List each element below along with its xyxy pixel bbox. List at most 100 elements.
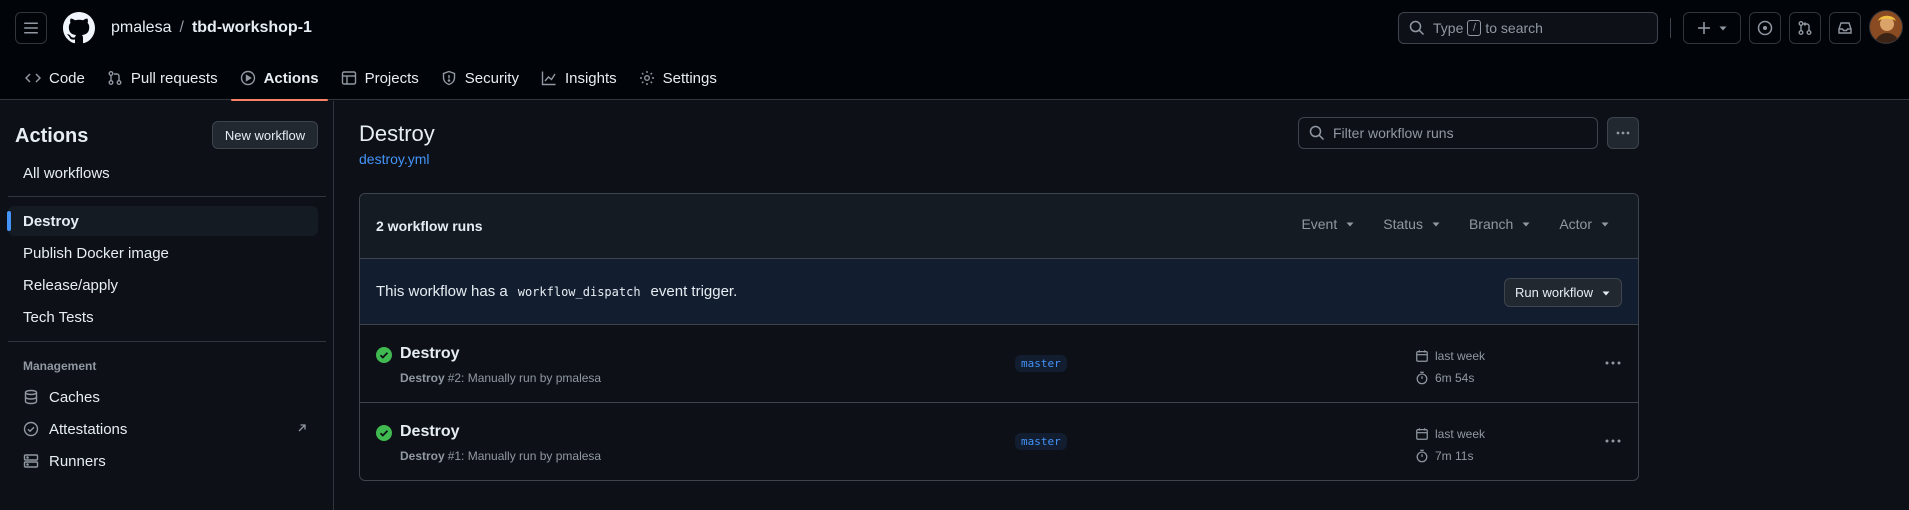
graph-icon — [541, 71, 556, 86]
repo-owner-link[interactable]: pmalesa — [111, 18, 171, 38]
calendar-icon — [1416, 428, 1428, 440]
user-avatar[interactable] — [1869, 10, 1903, 44]
repo-name-link[interactable]: tbd-workshop-1 — [192, 18, 312, 38]
sidebar-item-label: Attestations — [49, 420, 128, 438]
filter-label: Branch — [1468, 216, 1514, 232]
check-circle-fill-icon — [376, 347, 392, 363]
issues-button[interactable] — [1749, 12, 1781, 44]
filter-placeholder: Filter workflow runs — [1333, 125, 1454, 141]
dispatch-code: workflow_dispatch — [517, 284, 641, 299]
sidebar-item-label: All workflows — [23, 164, 110, 182]
branch-badge[interactable]: master — [1015, 355, 1067, 372]
workflow-run-row[interactable]: Destroy Destroy #2: Manually run by pmal… — [360, 325, 1638, 403]
tab-insights[interactable]: Insights — [532, 56, 626, 100]
tab-projects[interactable]: Projects — [332, 56, 428, 100]
verified-icon — [23, 421, 39, 437]
filter-workflow-runs-input[interactable]: Filter workflow runs — [1298, 117, 1598, 149]
sidebar-item-runners[interactable]: Runners — [8, 446, 318, 476]
actor-filter-dropdown[interactable]: Actor — [1559, 216, 1610, 232]
filter-label: Actor — [1559, 216, 1592, 232]
sidebar-item-label: Destroy — [23, 212, 79, 230]
sidebar-item-label: Runners — [49, 452, 106, 470]
run-workflow-label: Run workflow — [1514, 285, 1594, 300]
kebab-horizontal-icon[interactable] — [1604, 433, 1622, 449]
caret-down-icon — [1522, 222, 1530, 227]
tab-pull-requests-label: Pull requests — [130, 69, 218, 87]
gear-icon — [639, 71, 654, 85]
filter-label: Status — [1383, 216, 1423, 232]
sidebar-item-label: Caches — [49, 388, 100, 406]
dispatch-prefix: This workflow has a — [376, 283, 508, 300]
workflow-menu-button[interactable] — [1607, 117, 1639, 149]
sidebar-item-tech-tests[interactable]: Tech Tests — [8, 302, 318, 332]
plus-icon — [1698, 22, 1710, 34]
tab-actions-label: Actions — [263, 69, 319, 87]
stopwatch-icon — [1416, 371, 1428, 385]
breadcrumb-separator: / — [179, 19, 184, 36]
workflow-run-row[interactable]: Destroy Destroy #1: Manually run by pmal… — [360, 403, 1638, 480]
run-subtitle: Destroy #2: Manually run by pmalesa — [400, 371, 601, 385]
github-logo-icon[interactable] — [63, 12, 95, 44]
code-icon — [25, 73, 41, 83]
sidebar-divider — [8, 341, 326, 342]
global-navbar: pmalesa / tbd-workshop-1 Type / to searc… — [0, 0, 1909, 56]
pull-requests-button[interactable] — [1789, 12, 1821, 44]
tab-code[interactable]: Code — [16, 56, 94, 100]
dispatch-suffix: event trigger. — [650, 283, 738, 300]
play-icon — [240, 70, 255, 86]
sidebar-item-publish-docker-image[interactable]: Publish Docker image — [8, 238, 318, 268]
filter-label: Event — [1301, 216, 1338, 232]
sidebar-item-release-apply[interactable]: Release/apply — [8, 270, 318, 300]
run-workflow-name: Destroy — [400, 449, 445, 463]
menu-button[interactable] — [15, 12, 47, 44]
tab-pull-requests[interactable]: Pull requests — [98, 56, 227, 100]
search-icon — [1309, 125, 1325, 141]
tab-projects-label: Projects — [364, 69, 419, 87]
create-new-button[interactable] — [1683, 12, 1741, 44]
branch-badge[interactable]: master — [1015, 433, 1067, 450]
run-title-link[interactable]: Destroy — [400, 423, 460, 441]
run-date: last week — [1435, 427, 1486, 441]
dispatch-message: This workflow has a workflow_dispatch ev… — [376, 283, 737, 300]
caret-down-icon — [1719, 26, 1727, 31]
runs-filters: Event Status Branch Actor — [1301, 216, 1610, 232]
tab-code-label: Code — [49, 69, 85, 87]
run-workflow-button[interactable]: Run workflow — [1504, 278, 1622, 307]
sidebar-item-all-workflows[interactable]: All workflows — [8, 158, 318, 188]
run-meta: last week 6m 54s — [1415, 345, 1485, 389]
sidebar-item-destroy[interactable]: Destroy — [7, 206, 318, 236]
branch-filter-dropdown[interactable]: Branch — [1469, 216, 1531, 232]
run-duration: 6m 54s — [1435, 371, 1475, 385]
sidebar-item-attestations[interactable]: Attestations — [8, 414, 318, 444]
kebab-horizontal-icon — [1616, 131, 1630, 135]
run-title-link[interactable]: Destroy — [400, 345, 460, 363]
tab-actions[interactable]: Actions — [230, 56, 328, 101]
server-icon — [23, 454, 39, 468]
workflow-file-link[interactable]: destroy.yml — [359, 151, 430, 167]
search-shortcut-key: / — [1467, 20, 1482, 36]
tab-settings[interactable]: Settings — [630, 56, 726, 100]
repo-tabs: Code Pull requests Actions Projects Secu… — [16, 56, 730, 101]
run-subtitle: Destroy #1: Manually run by pmalesa — [400, 449, 601, 463]
run-detail: #2: Manually run by pmalesa — [447, 371, 602, 385]
search-prefix-text: Type — [1433, 20, 1464, 36]
tab-security[interactable]: Security — [432, 56, 528, 100]
sidebar-item-caches[interactable]: Caches — [8, 382, 318, 412]
hamburger-icon — [24, 22, 38, 34]
caret-down-icon — [1346, 222, 1354, 227]
table-icon — [341, 71, 356, 85]
stopwatch-icon — [1416, 449, 1428, 463]
new-workflow-button[interactable]: New workflow — [212, 121, 318, 149]
run-date: last week — [1435, 349, 1486, 363]
inbox-icon — [1838, 22, 1852, 34]
kebab-horizontal-icon[interactable] — [1604, 355, 1622, 371]
check-circle-fill-icon — [376, 425, 392, 441]
sidebar-item-label: Publish Docker image — [23, 244, 169, 262]
event-filter-dropdown[interactable]: Event — [1301, 216, 1355, 232]
caret-down-icon — [1601, 222, 1609, 227]
status-filter-dropdown[interactable]: Status — [1383, 216, 1441, 232]
inbox-button[interactable] — [1829, 12, 1861, 44]
search-placeholder: Type / to search — [1433, 20, 1543, 36]
global-search-input[interactable]: Type / to search — [1398, 12, 1658, 44]
issue-opened-icon — [1757, 20, 1773, 36]
